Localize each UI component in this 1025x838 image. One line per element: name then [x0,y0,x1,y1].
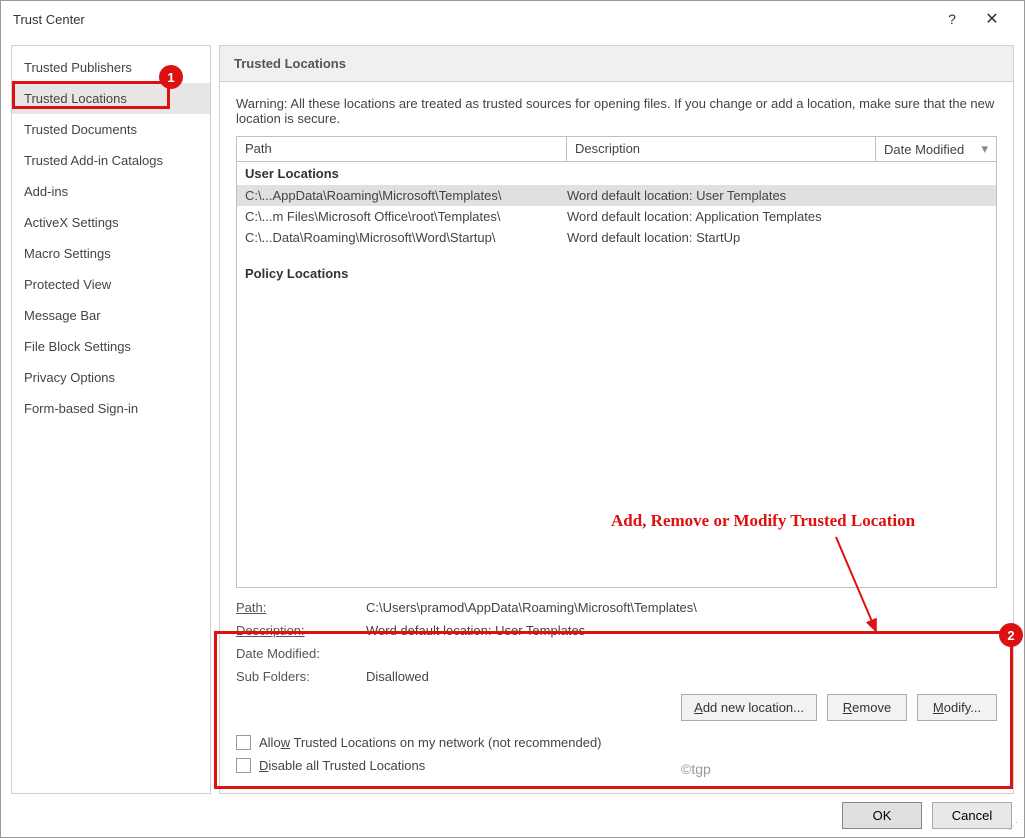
table-row[interactable]: C:\...Data\Roaming\Microsoft\Word\Startu… [237,227,996,248]
detail-date-label: Date Modified: [236,646,366,661]
detail-desc-label: Description: [236,623,366,638]
detail-path-value: C:\Users\pramod\AppData\Roaming\Microsof… [366,600,697,615]
dialog-body: Trusted Publishers Trusted Locations Tru… [1,37,1024,794]
sidebar-item-macro-settings[interactable]: Macro Settings [12,238,210,269]
disable-all-label: Disable all Trusted Locations [259,758,425,773]
detail-desc-value: Word default location: User Templates [366,623,585,638]
modify-button[interactable]: Modify... [917,694,997,721]
sidebar-item-trusted-addin-catalogs[interactable]: Trusted Add-in Catalogs [12,145,210,176]
titlebar: Trust Center ? ✕ [1,1,1024,37]
add-location-button[interactable]: Add new location... [681,694,817,721]
col-description[interactable]: Description [567,137,876,161]
table-body: User Locations C:\...AppData\Roaming\Mic… [237,162,996,587]
sidebar-item-protected-view[interactable]: Protected View [12,269,210,300]
window-title: Trust Center [13,12,932,27]
sidebar-item-trusted-documents[interactable]: Trusted Documents [12,114,210,145]
allow-network-label: Allow Trusted Locations on my network (n… [259,735,602,750]
group-user-locations: User Locations [237,162,996,185]
content-panel: Trusted Locations Warning: All these loc… [219,45,1014,794]
detail-sub-label: Sub Folders: [236,669,366,684]
sidebar-item-form-signin[interactable]: Form-based Sign-in [12,393,210,424]
sidebar-item-addins[interactable]: Add-ins [12,176,210,207]
detail-path-label: Path: [236,600,366,615]
sidebar-item-activex-settings[interactable]: ActiveX Settings [12,207,210,238]
table-row[interactable]: C:\...AppData\Roaming\Microsoft\Template… [237,185,996,206]
locations-table: Path Description Date Modified ▾ User Lo… [236,136,997,588]
disable-all-checkbox[interactable] [236,758,251,773]
col-path[interactable]: Path [237,137,567,161]
remove-button[interactable]: Remove [827,694,907,721]
ok-button[interactable]: OK [842,802,922,829]
checkbox-group: Allow Trusted Locations on my network (n… [236,731,997,783]
cancel-button[interactable]: Cancel [932,802,1012,829]
help-icon[interactable]: ? [932,11,972,27]
col-date[interactable]: Date Modified ▾ [876,137,996,161]
group-policy-locations: Policy Locations [237,262,996,285]
table-row[interactable]: C:\...m Files\Microsoft Office\root\Temp… [237,206,996,227]
details-panel: Path: C:\Users\pramod\AppData\Roaming\Mi… [236,588,997,688]
resize-grip-icon[interactable]: ⋰ [1008,821,1020,833]
table-header: Path Description Date Modified ▾ [237,137,996,162]
close-icon[interactable]: ✕ [972,9,1012,29]
trust-center-dialog: Trust Center ? ✕ Trusted Publishers Trus… [0,0,1025,838]
sidebar-item-file-block-settings[interactable]: File Block Settings [12,331,210,362]
dialog-footer: OK Cancel [1,794,1024,837]
sidebar-item-trusted-locations[interactable]: Trusted Locations [12,83,210,114]
actions-row: Add new location... Remove Modify... [236,688,997,731]
warning-text: Warning: All these locations are treated… [236,96,997,126]
sort-icon: ▾ [981,141,988,157]
section-header: Trusted Locations [220,46,1013,82]
detail-sub-value: Disallowed [366,669,429,684]
allow-network-checkbox[interactable] [236,735,251,750]
sidebar-item-trusted-publishers[interactable]: Trusted Publishers [12,52,210,83]
sidebar: Trusted Publishers Trusted Locations Tru… [11,45,211,794]
watermark: ©tgp [681,761,711,777]
sidebar-item-message-bar[interactable]: Message Bar [12,300,210,331]
sidebar-item-privacy-options[interactable]: Privacy Options [12,362,210,393]
